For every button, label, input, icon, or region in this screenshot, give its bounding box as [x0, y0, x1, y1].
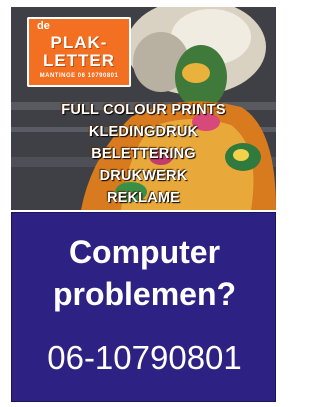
service-item: DRUKWERK — [99, 168, 188, 184]
logo-address: MANTINGE 06 10790801 — [39, 73, 119, 79]
headline-line-2: problemen? — [52, 276, 237, 312]
advertisement: de PLAK- LETTER MANTINGE 06 10790801 FUL… — [11, 7, 276, 402]
service-item: KLEDINGDRUK — [88, 124, 199, 140]
logo-line-2: LETTER — [42, 51, 116, 70]
service-item: BELETTERING — [91, 146, 196, 162]
logo-line-1: PLAK- — [50, 33, 108, 52]
service-item: FULL COLOUR PRINTS — [61, 102, 226, 118]
computer-help-panel: Computer problemen? 06-10790801 — [11, 212, 276, 402]
headline-line-1: Computer — [68, 234, 221, 270]
headline: Computer problemen? — [12, 231, 277, 315]
plakletter-logo: de PLAK- LETTER MANTINGE 06 10790801 — [27, 17, 131, 87]
services-list: FULL COLOUR PRINTS KLEDINGDRUK BELETTERI… — [11, 99, 276, 209]
service-item: REKLAME — [106, 190, 181, 206]
phone-number: 06-10790801 — [47, 339, 242, 376]
body-paint-photo: de PLAK- LETTER MANTINGE 06 10790801 FUL… — [11, 7, 276, 210]
logo-prefix: de — [37, 20, 50, 32]
